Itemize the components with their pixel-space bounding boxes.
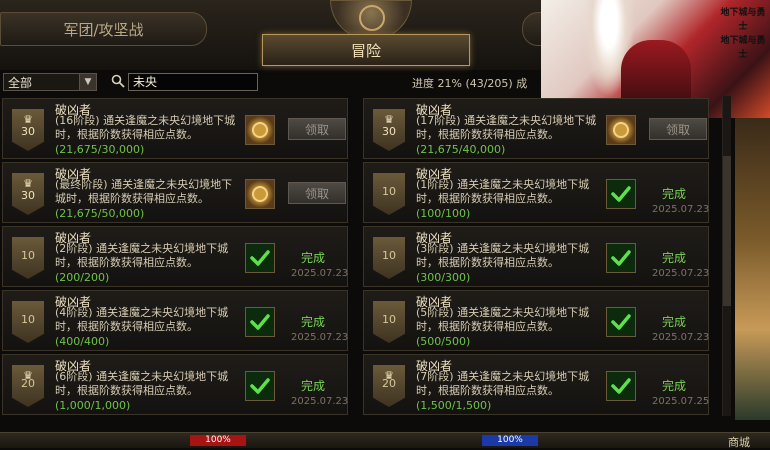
search-icon[interactable] — [111, 74, 125, 88]
bottom-hud: 100% 100% 商城 — [0, 432, 770, 450]
progress-text: 进度 21% (43/205) 成 — [412, 77, 528, 90]
achievement-progress: (1,000/1,000) — [55, 399, 131, 412]
points-value: 10 — [382, 249, 396, 262]
points-badge: 10 — [373, 237, 405, 279]
shop-button[interactable]: 商城 — [728, 434, 750, 450]
achievement-card: 10 破凶者 (2阶段) 通关逢魔之未央幻境地下城时，根据阶数获得相应点数。 (200… — [2, 226, 348, 287]
completion-date: 2025.07.23 — [652, 204, 710, 215]
chevron-down-icon[interactable]: ▼ — [79, 74, 96, 90]
points-value: 30 — [21, 189, 35, 202]
checkmark-icon — [245, 243, 275, 273]
achievement-description: (2阶段) 通关逢魔之未央幻境地下城时，根据阶数获得相应点数。 — [55, 242, 229, 269]
completion-date: 2025.07.23 — [291, 268, 349, 279]
points-badge: 10 — [12, 301, 44, 343]
points-value: 20 — [21, 377, 35, 390]
achievement-description: (4阶段) 通关逢魔之未央幻境地下城时，根据阶数获得相应点数。 — [55, 306, 229, 333]
completion-date: 2025.07.25 — [652, 396, 710, 407]
achievement-description: (6阶段) 通关逢魔之未央幻境地下城时，根据阶数获得相应点数。 — [55, 370, 229, 397]
game-logo: 地下城与勇士 地下城与勇士 — [720, 8, 766, 60]
achievement-progress: (500/500) — [416, 335, 471, 348]
complete-label: 完成 — [662, 251, 687, 265]
mp-bar: 100% — [482, 435, 538, 446]
points-value: 30 — [382, 125, 396, 138]
achievement-progress: (300/300) — [416, 271, 471, 284]
achievement-description: (17阶段) 通关逢魔之未央幻境地下城时，根据阶数获得相应点数。 — [416, 114, 597, 141]
checkmark-icon — [245, 371, 275, 401]
claim-button[interactable]: 领取 — [649, 118, 707, 140]
complete-label: 完成 — [301, 251, 326, 265]
achievement-card: ♛ 30 破凶者 (17阶段) 通关逢魔之未央幻境地下城时，根据阶数获得相应点数。 (2… — [363, 98, 709, 159]
checkmark-icon — [606, 179, 636, 209]
reward-icon[interactable] — [606, 115, 636, 145]
achievement-description: (5阶段) 通关逢魔之未央幻境地下城时，根据阶数获得相应点数。 — [416, 306, 590, 333]
scrollbar-thumb[interactable] — [723, 156, 731, 306]
points-value: 10 — [382, 313, 396, 326]
achievement-progress: (21,675/50,000) — [55, 207, 145, 220]
points-value: 30 — [21, 125, 35, 138]
complete-label: 完成 — [662, 379, 687, 393]
claim-button[interactable]: 领取 — [288, 182, 346, 204]
points-value: 20 — [382, 377, 396, 390]
search-input[interactable]: 未央 — [128, 73, 258, 91]
complete-label: 完成 — [662, 187, 687, 201]
points-badge: ♛ 20 — [12, 365, 44, 407]
checkmark-icon — [606, 243, 636, 273]
achievement-progress: (1,500/1,500) — [416, 399, 492, 412]
achievement-card: ♛ 20 破凶者 (7阶段) 通关逢魔之未央幻境地下城时，根据阶数获得相应点数。 (1,… — [363, 354, 709, 415]
achievement-card: 10 破凶者 (4阶段) 通关逢魔之未央幻境地下城时，根据阶数获得相应点数。 (400… — [2, 290, 348, 351]
category-select-value: 全部 — [8, 76, 33, 90]
points-badge: ♛ 20 — [373, 365, 405, 407]
achievement-card: ♛ 20 破凶者 (6阶段) 通关逢魔之未央幻境地下城时，根据阶数获得相应点数。 (1,… — [2, 354, 348, 415]
reward-icon[interactable] — [245, 115, 275, 145]
checkmark-icon — [606, 307, 636, 337]
side-decoration — [735, 118, 770, 420]
reward-icon[interactable] — [245, 179, 275, 209]
claim-button[interactable]: 领取 — [288, 118, 346, 140]
points-value: 10 — [382, 185, 396, 198]
points-value: 10 — [21, 249, 35, 262]
points-badge: ♛ 30 — [12, 109, 44, 151]
achievement-description: (1阶段) 通关逢魔之未央幻境地下城时，根据阶数获得相应点数。 — [416, 178, 590, 205]
points-badge: 10 — [373, 301, 405, 343]
complete-label: 完成 — [301, 315, 326, 329]
scrollbar[interactable] — [722, 96, 731, 416]
checkmark-icon — [606, 371, 636, 401]
checkmark-icon — [245, 307, 275, 337]
filter-row: 全部 ▼ 未央 进度 21% (43/205) 成 — [0, 72, 770, 94]
points-badge: 10 — [373, 173, 405, 215]
achievement-progress: (21,675/40,000) — [416, 143, 506, 156]
completion-date: 2025.07.23 — [652, 332, 710, 343]
achievement-card: ♛ 30 破凶者 (最终阶段) 通关逢魔之未央幻境地下城时，根据阶数获得相应点数。 (2… — [2, 162, 348, 223]
tab-legion-siege[interactable]: 军团/攻坚战 — [0, 12, 207, 46]
complete-label: 完成 — [301, 379, 326, 393]
points-badge: ♛ 30 — [12, 173, 44, 215]
points-badge: 10 — [12, 237, 44, 279]
achievement-description: (7阶段) 通关逢魔之未央幻境地下城时，根据阶数获得相应点数。 — [416, 370, 590, 397]
points-badge: ♛ 30 — [373, 109, 405, 151]
hp-bar: 100% — [190, 435, 246, 446]
points-value: 10 — [21, 313, 35, 326]
achievement-card: 10 破凶者 (1阶段) 通关逢魔之未央幻境地下城时，根据阶数获得相应点数。 (100… — [363, 162, 709, 223]
completion-date: 2025.07.23 — [291, 332, 349, 343]
category-select[interactable]: 全部 ▼ — [3, 73, 97, 91]
completion-date: 2025.07.23 — [652, 268, 710, 279]
completion-date: 2025.07.23 — [291, 396, 349, 407]
achievement-progress: (100/100) — [416, 207, 471, 220]
achievement-progress: (400/400) — [55, 335, 110, 348]
achievement-card: ♛ 30 破凶者 (16阶段) 通关逢魔之未央幻境地下城时，根据阶数获得相应点数。 (2… — [2, 98, 348, 159]
achievement-description: (最终阶段) 通关逢魔之未央幻境地下城时，根据阶数获得相应点数。 — [55, 178, 233, 205]
achievement-card: 10 破凶者 (3阶段) 通关逢魔之未央幻境地下城时，根据阶数获得相应点数。 (300… — [363, 226, 709, 287]
tab-adventure[interactable]: 冒险 — [262, 34, 470, 66]
achievement-progress: (21,675/30,000) — [55, 143, 145, 156]
achievement-progress: (200/200) — [55, 271, 110, 284]
achievement-description: (3阶段) 通关逢魔之未央幻境地下城时，根据阶数获得相应点数。 — [416, 242, 590, 269]
complete-label: 完成 — [662, 315, 687, 329]
achievement-card: 10 破凶者 (5阶段) 通关逢魔之未央幻境地下城时，根据阶数获得相应点数。 (500… — [363, 290, 709, 351]
achievement-description: (16阶段) 通关逢魔之未央幻境地下城时，根据阶数获得相应点数。 — [55, 114, 236, 141]
